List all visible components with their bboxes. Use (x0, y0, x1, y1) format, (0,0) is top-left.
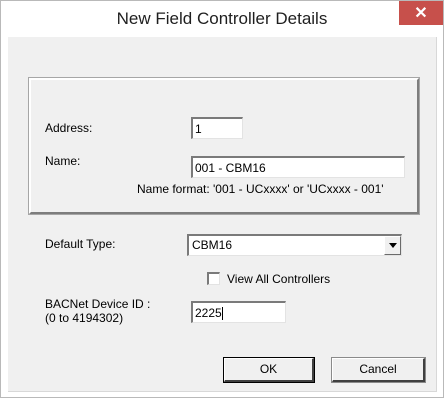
name-input[interactable]: 001 - CBM16 (191, 156, 405, 178)
view-all-controllers-checkbox[interactable] (207, 272, 220, 285)
default-type-value: CBM16 (192, 238, 233, 252)
name-label: Name: (45, 154, 81, 168)
ok-button[interactable]: OK (223, 357, 315, 383)
title-bar[interactable]: New Field Controller Details ✕ (1, 1, 443, 37)
default-type-label: Default Type: (45, 237, 116, 251)
close-icon: ✕ (414, 5, 428, 22)
chevron-down-icon (388, 243, 397, 248)
bacnet-id-input[interactable]: 2225 (191, 301, 286, 323)
cancel-button[interactable]: Cancel (331, 357, 426, 383)
text-caret (221, 307, 223, 321)
name-format-hint: Name format: '001 - UCxxxx' or 'UCxxxx -… (137, 182, 384, 196)
default-type-select[interactable]: CBM16 (187, 234, 402, 256)
name-value: 001 - CBM16 (195, 161, 266, 175)
address-input[interactable]: 1 (191, 117, 243, 139)
default-type-dropdown-button[interactable] (384, 236, 401, 255)
address-label: Address: (45, 121, 93, 135)
bacnet-id-value: 2225 (195, 306, 222, 320)
bacnet-id-range-label: (0 to 4194302) (45, 311, 124, 325)
dialog-window: New Field Controller Details ✕ Address: … (0, 0, 444, 398)
bacnet-id-label: BACNet Device ID : (45, 297, 151, 311)
close-button[interactable]: ✕ (399, 1, 443, 25)
view-all-controllers-label[interactable]: View All Controllers (227, 272, 330, 286)
address-value: 1 (195, 122, 202, 136)
dialog-title: New Field Controller Details (116, 9, 328, 28)
